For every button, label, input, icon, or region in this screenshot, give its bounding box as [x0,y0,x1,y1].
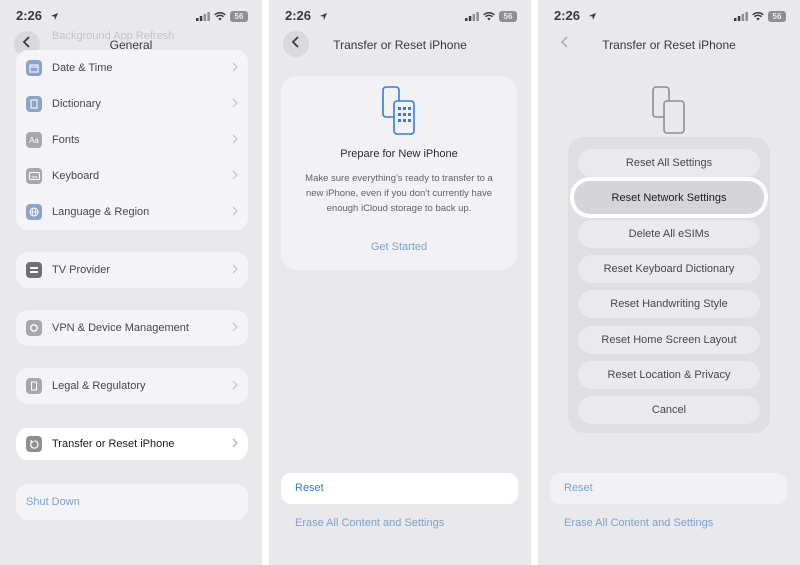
settings-row-language-region[interactable]: Language & Region [16,194,248,230]
battery-indicator: 56 [499,11,517,22]
transfer-reset-screen: 2:26 56 Transfer or Reset iPhone Prepare… [269,0,531,565]
fonts-icon: Aa [26,132,42,148]
two-phones-icon [382,86,415,135]
settings-row-date-time[interactable]: Date & Time [16,50,248,86]
row-label: Keyboard [52,170,100,182]
signal-icon [196,9,210,24]
tv-provider-icon [26,262,42,278]
chevron-right-icon [232,206,238,219]
page-title: Transfer or Reset iPhone [333,38,467,52]
settings-group-tv: TV Provider [16,252,248,288]
status-time: 2:26 [554,8,581,23]
reset-icon [26,436,42,452]
prepare-new-iphone-card: Prepare for New iPhone Make sure everyth… [281,76,517,270]
general-settings-screen: 2:26 56 Background App Refresh General D… [0,0,262,565]
chevron-right-icon [232,322,238,335]
status-bar: 2:26 56 [0,0,262,30]
chevron-right-icon [232,380,238,393]
transfer-or-reset-iphone-row[interactable]: Transfer or Reset iPhone [16,428,248,460]
settings-group-shutdown: Shut Down [16,484,248,520]
row-label: Dictionary [52,98,101,110]
settings-group-vpn: VPN & Device Management [16,310,248,346]
settings-row-fonts[interactable]: Aa Fonts [16,122,248,158]
reset-all-settings-button[interactable]: Reset All Settings [578,149,760,177]
reset-options-sheet: Reset All Settings Reset Network Setting… [568,137,770,433]
battery-indicator: 56 [230,11,248,22]
settings-row-dictionary[interactable]: Dictionary [16,86,248,122]
card-title: Prepare for New iPhone [340,148,458,160]
chevron-right-icon [232,170,238,183]
reset-button[interactable]: Reset [550,473,787,504]
reset-keyboard-dictionary-button[interactable]: Reset Keyboard Dictionary [578,255,760,283]
globe-icon [26,204,42,220]
chevron-right-icon [232,98,238,111]
settings-row-legal-regulatory[interactable]: Legal & Regulatory [16,368,248,404]
row-label: Date & Time [52,62,113,74]
reset-home-screen-layout-button[interactable]: Reset Home Screen Layout [578,326,760,354]
gear-icon [26,320,42,336]
status-time: 2:26 [285,8,312,23]
settings-group-general: Date & Time Dictionary Aa Fonts Keyboard… [16,50,248,230]
settings-group-legal: Legal & Regulatory [16,368,248,404]
erase-all-content-button[interactable]: Erase All Content and Settings [295,517,444,529]
nav-bar: Transfer or Reset iPhone [538,30,800,60]
card-description: Make sure everything's ready to transfer… [305,173,493,214]
chevron-right-icon [232,134,238,147]
wifi-icon [483,9,495,24]
status-bar: 2:26 56 [269,0,531,30]
reset-handwriting-style-button[interactable]: Reset Handwriting Style [578,290,760,318]
settings-row-vpn-device-management[interactable]: VPN & Device Management [16,310,248,346]
reset-network-settings-button[interactable]: Reset Network Settings [574,181,764,214]
two-phones-icon [652,86,685,134]
battery-indicator: 56 [768,11,786,22]
page-title: Transfer or Reset iPhone [602,38,736,52]
location-icon [588,9,597,24]
reset-options-screen: 2:26 56 Transfer or Reset iPhone Reset A… [538,0,800,565]
erase-all-content-button[interactable]: Erase All Content and Settings [564,517,713,529]
wifi-icon [752,9,764,24]
chevron-right-icon [232,264,238,277]
calendar-icon [26,60,42,76]
dictionary-icon [26,96,42,112]
status-time: 2:26 [16,8,43,23]
location-icon [319,9,328,24]
chevron-right-icon [232,438,238,451]
document-icon [26,378,42,394]
row-label: Transfer or Reset iPhone [52,438,175,450]
get-started-button[interactable]: Get Started [281,241,517,253]
settings-row-keyboard[interactable]: Keyboard [16,158,248,194]
signal-icon [465,9,479,24]
chevron-right-icon [232,62,238,75]
keyboard-icon [26,168,42,184]
row-label: Fonts [52,134,80,146]
wifi-icon [214,9,226,24]
row-label: VPN & Device Management [52,322,189,334]
location-icon [50,9,59,24]
cancel-button[interactable]: Cancel [578,396,760,424]
row-label: Language & Region [52,206,150,218]
reset-button[interactable]: Reset [281,473,518,504]
row-label: Legal & Regulatory [52,380,146,392]
settings-row-tv-provider[interactable]: TV Provider [16,252,248,288]
status-bar: 2:26 56 [538,0,800,30]
row-label: TV Provider [52,264,111,276]
reset-location-privacy-button[interactable]: Reset Location & Privacy [578,361,760,389]
signal-icon [734,9,748,24]
shut-down-button[interactable]: Shut Down [16,484,248,520]
delete-all-esims-button[interactable]: Delete All eSIMs [578,220,760,248]
nav-bar: Transfer or Reset iPhone [269,30,531,60]
